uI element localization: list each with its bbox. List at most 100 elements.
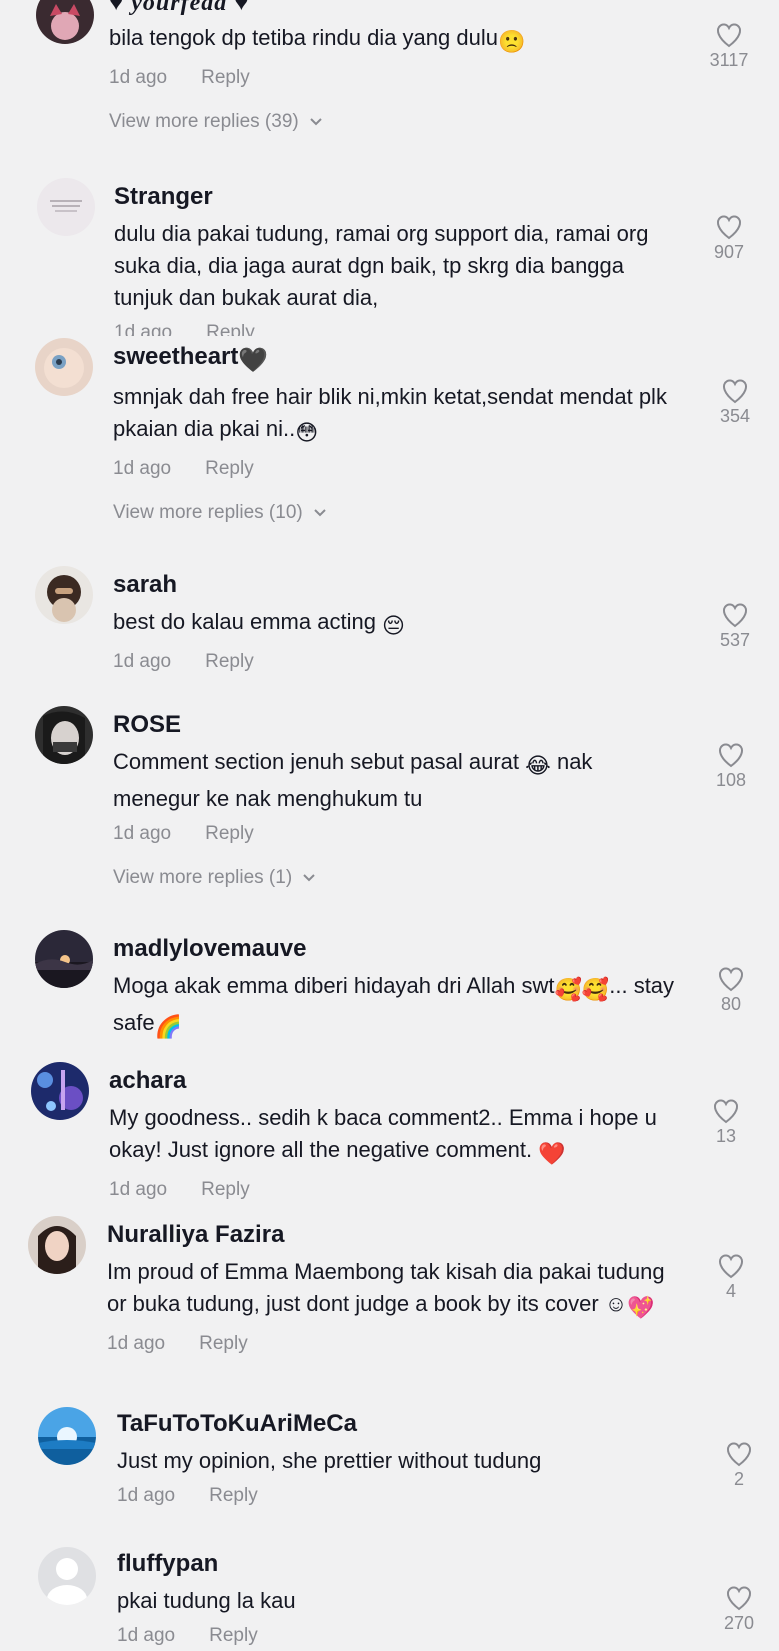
reply-button[interactable]: Reply	[201, 67, 250, 88]
comment-item: TaFuToToKuAriMeCa Just my opinion, she p…	[0, 1395, 779, 1535]
like-button[interactable]: 13	[696, 1098, 756, 1147]
comment-item: sarah best do kalau emma acting 😔 1d ago…	[0, 556, 779, 696]
comment-meta: 1d ago Reply	[109, 1179, 679, 1201]
like-count: 354	[719, 406, 751, 426]
like-button[interactable]: 3117	[699, 22, 759, 71]
comment-meta: 1d ago Reply	[107, 1333, 679, 1355]
like-button[interactable]: 354	[705, 378, 765, 427]
username[interactable]: fluffypan	[117, 1549, 679, 1579]
smiling-hearts-emoji: 🥰🥰	[554, 978, 610, 1003]
timestamp: 1d ago	[109, 67, 168, 88]
username[interactable]: madlylovemauve	[113, 934, 679, 964]
rainbow-emoji: 🌈	[154, 1015, 182, 1040]
timestamp: 1d ago	[117, 1485, 176, 1506]
comment-item: Stranger dulu dia pakai tudung, ramai or…	[0, 170, 779, 336]
comment-meta: 1d ago Reply	[113, 458, 679, 480]
chevron-down-icon	[314, 509, 326, 517]
like-button[interactable]: 4	[701, 1253, 761, 1302]
comment-item: ROSE Comment section jenuh sebut pasal a…	[0, 696, 779, 916]
heart-outline-icon	[717, 23, 741, 48]
avatar[interactable]	[35, 706, 93, 764]
heart-outline-icon	[714, 1099, 738, 1124]
comment-item: achara My goodness.. sedih k baca commen…	[0, 1052, 779, 1212]
avatar[interactable]	[38, 1407, 96, 1465]
reply-button[interactable]: Reply	[206, 322, 255, 336]
like-count: 13	[715, 1126, 737, 1146]
like-count: 907	[713, 242, 745, 262]
comment-meta: 1d ago Reply	[117, 1625, 679, 1647]
username[interactable]: sweetheart🖤	[113, 342, 679, 375]
like-count: 4	[725, 1281, 736, 1301]
sparkling-heart-emoji: 💖	[627, 1296, 655, 1321]
view-more-replies-label: View more replies (10)	[113, 502, 303, 523]
comment-item: Nuralliya Fazira Im proud of Emma Maembo…	[0, 1208, 779, 1385]
pensive-face-emoji: 😔	[382, 614, 405, 639]
comment-text: Moga akak emma diberi hidayah dri Allah …	[113, 970, 679, 1040]
heart-outline-icon	[727, 1586, 751, 1611]
avatar[interactable]	[37, 178, 95, 236]
comment-text: bila tengok dp tetiba rindu dia yang dul…	[109, 22, 679, 59]
like-button[interactable]: 270	[709, 1585, 769, 1634]
like-count: 108	[715, 770, 747, 790]
avatar[interactable]	[31, 1062, 89, 1120]
username[interactable]: Nuralliya Fazira	[107, 1220, 679, 1250]
comment-meta: 1d ago Reply	[113, 823, 679, 845]
avatar[interactable]	[35, 930, 93, 988]
comment-text: Comment section jenuh sebut pasal aurat …	[113, 749, 593, 811]
flushed-face-emoji: 😳	[295, 421, 319, 446]
reply-button[interactable]: Reply	[209, 1485, 258, 1506]
avatar[interactable]	[28, 1216, 86, 1274]
heart-outline-icon	[723, 603, 747, 628]
username[interactable]: achara	[109, 1066, 679, 1096]
reply-button[interactable]: Reply	[209, 1625, 258, 1646]
view-more-replies-label: View more replies (1)	[113, 867, 293, 888]
username[interactable]: ROSE	[113, 710, 679, 740]
like-button[interactable]: 2	[709, 1441, 769, 1490]
view-more-replies-label: View more replies (39)	[109, 111, 299, 132]
reply-button[interactable]: Reply	[199, 1333, 248, 1354]
reply-button[interactable]: Reply	[205, 458, 254, 479]
view-more-replies-button[interactable]: View more replies (39)	[109, 111, 679, 133]
avatar[interactable]	[35, 566, 93, 624]
username[interactable]: TaFuToToKuAriMeCa	[117, 1409, 679, 1439]
comment-text: pkai tudung la kau	[117, 1588, 296, 1613]
like-count: 270	[723, 1613, 755, 1633]
like-count: 537	[719, 630, 751, 650]
heart-outline-icon	[719, 1254, 743, 1279]
comment-meta: 1d ago Reply	[109, 67, 679, 89]
comment-meta: 1d ago Reply	[117, 1485, 679, 1507]
avatar[interactable]	[35, 338, 93, 396]
comment-item: fluffypan pkai tudung la kau 1d ago Reply…	[0, 1535, 779, 1651]
reply-button[interactable]: Reply	[205, 823, 254, 844]
comment-meta: 1d ago Reply	[113, 651, 679, 673]
timestamp: 1d ago	[117, 1625, 176, 1646]
username[interactable]: sarah	[113, 570, 679, 600]
chevron-down-icon	[310, 118, 322, 126]
username[interactable]: Stranger	[114, 182, 679, 212]
view-more-replies-button[interactable]: View more replies (10)	[113, 502, 679, 524]
like-button[interactable]: 537	[705, 602, 765, 651]
like-count: 3117	[709, 50, 749, 70]
comment-item: sweetheart🖤 smnjak dah free hair blik ni…	[0, 336, 779, 546]
reply-button[interactable]: Reply	[201, 1179, 250, 1200]
comment-text: dulu dia pakai tudung, ramai org support…	[114, 221, 649, 310]
comment-text: My goodness.. sedih k baca comment2.. Em…	[109, 1102, 679, 1171]
avatar[interactable]	[36, 0, 94, 44]
like-count: 2	[733, 1469, 744, 1489]
timestamp: 1d ago	[113, 651, 172, 672]
heart-outline-icon	[723, 379, 747, 404]
avatar[interactable]	[38, 1547, 96, 1605]
like-button[interactable]: 80	[701, 966, 761, 1015]
like-button[interactable]: 108	[701, 742, 761, 791]
comment-text: best do kalau emma acting 😔	[113, 606, 679, 643]
comment-text: Im proud of Emma Maembong tak kisah dia …	[107, 1256, 679, 1325]
heart-outline-icon	[727, 1442, 751, 1467]
comment-meta: 1d ago Reply	[114, 322, 679, 336]
timestamp: 1d ago	[109, 1179, 168, 1200]
like-button[interactable]: 907	[699, 214, 759, 263]
username[interactable]: ♥ yourfeaa ♥	[109, 0, 679, 18]
red-heart-emoji: ❤️	[538, 1142, 566, 1167]
reply-button[interactable]: Reply	[205, 651, 254, 672]
chevron-down-icon	[303, 874, 315, 882]
view-more-replies-button[interactable]: View more replies (1)	[113, 867, 679, 889]
